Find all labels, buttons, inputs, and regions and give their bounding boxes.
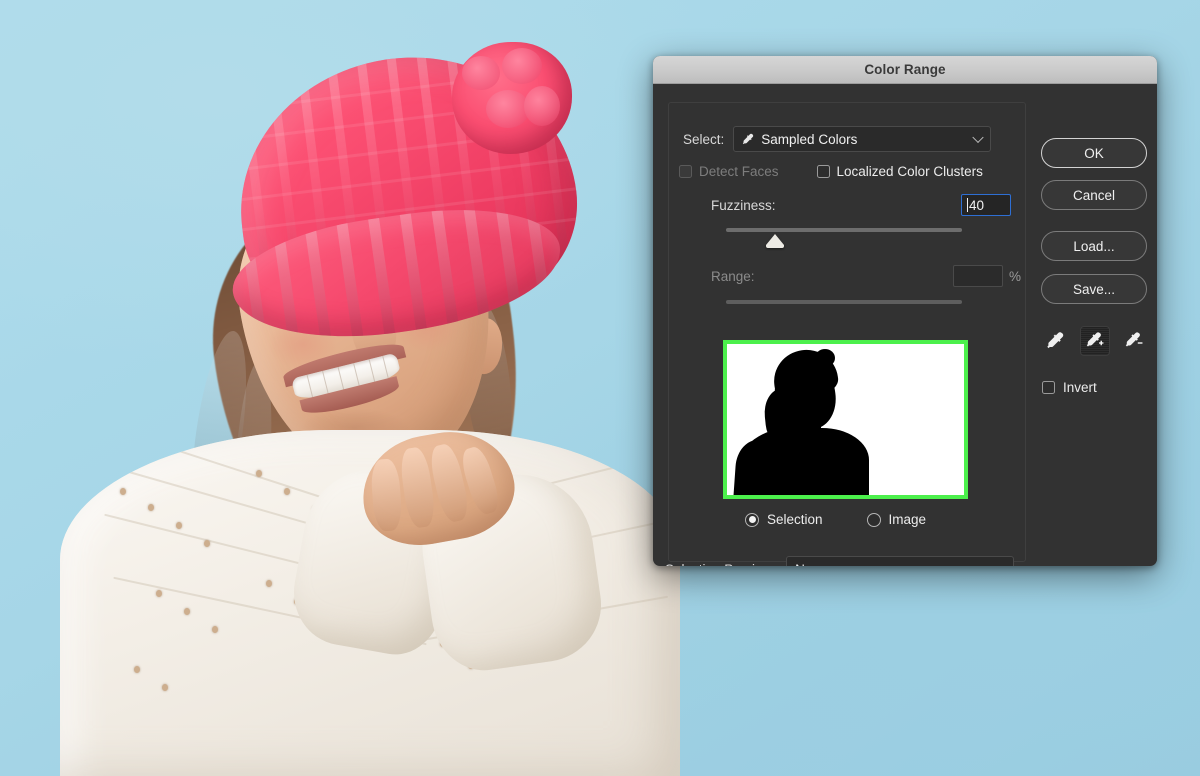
slider-track — [726, 228, 962, 232]
fuzziness-input[interactable]: 40 — [961, 194, 1011, 216]
range-label: Range: — [711, 268, 755, 284]
cancel-button-label: Cancel — [1072, 187, 1116, 203]
photo-subject — [0, 0, 680, 776]
select-value: Sampled Colors — [761, 131, 858, 147]
invert-label: Invert — [1063, 380, 1097, 395]
mask-preview[interactable] — [723, 340, 968, 499]
selection-preview-label: Selection Preview: — [665, 562, 776, 567]
radio-selection[interactable]: Selection — [745, 512, 823, 527]
localized-color-clusters-checkbox[interactable]: Localized Color Clusters — [816, 164, 983, 179]
selection-preview-dropdown[interactable]: None — [786, 556, 1015, 567]
chevron-down-icon — [972, 131, 984, 144]
checkbox-box — [1042, 381, 1055, 394]
localized-color-clusters-label: Localized Color Clusters — [836, 164, 983, 179]
text-caret — [967, 198, 968, 212]
eyedropper-plus-icon[interactable] — [1080, 326, 1110, 356]
detect-faces-checkbox[interactable]: Detect Faces — [679, 164, 779, 179]
eyedropper-tools — [1041, 326, 1149, 356]
color-range-dialog: Color Range Select: Sampled Colors Detec… — [653, 56, 1157, 566]
silhouette-pompom — [815, 349, 835, 367]
eyedropper-minus-icon[interactable] — [1119, 326, 1149, 356]
radio-circle — [866, 512, 881, 527]
dialog-body: Select: Sampled Colors Detect Faces Loca… — [653, 84, 1157, 566]
fuzziness-label: Fuzziness: — [711, 197, 776, 213]
invert-checkbox[interactable]: Invert — [1042, 380, 1097, 395]
range-slider[interactable] — [726, 300, 962, 304]
checkbox-box — [816, 165, 830, 178]
range-row: Range: % — [711, 265, 1021, 287]
dialog-title: Color Range — [864, 62, 946, 77]
save-button[interactable]: Save... — [1041, 274, 1147, 304]
ok-button-label: OK — [1084, 145, 1104, 161]
load-button[interactable]: Load... — [1041, 231, 1147, 261]
select-row: Select: Sampled Colors — [683, 126, 992, 152]
options-row: Detect Faces Localized Color Clusters — [679, 164, 983, 179]
cancel-button[interactable]: Cancel — [1041, 180, 1147, 210]
fuzziness-slider[interactable] — [726, 228, 962, 248]
dialog-titlebar[interactable]: Color Range — [653, 56, 1157, 84]
selection-preview-row: Selection Preview: None — [665, 556, 1015, 567]
screenshot-root: Color Range Select: Sampled Colors Detec… — [0, 0, 1200, 776]
range-unit: % — [1008, 268, 1021, 284]
fuzziness-value: 40 — [969, 197, 985, 213]
select-dropdown[interactable]: Sampled Colors — [733, 126, 992, 152]
ok-button[interactable]: OK — [1041, 138, 1147, 168]
radio-image[interactable]: Image — [866, 512, 927, 527]
selection-preview-value: None — [795, 562, 827, 567]
detect-faces-label: Detect Faces — [699, 164, 779, 179]
pompom — [452, 42, 572, 154]
range-input[interactable] — [952, 265, 1003, 287]
eyedropper-icon[interactable] — [1041, 326, 1071, 356]
preview-mode-row: Selection Image — [745, 512, 926, 527]
eyedropper-icon — [743, 133, 754, 144]
save-button-label: Save... — [1072, 281, 1116, 297]
slider-track — [726, 300, 962, 304]
fuzziness-row: Fuzziness: 40 — [711, 194, 1011, 216]
radio-image-label: Image — [888, 512, 927, 527]
checkbox-box — [679, 165, 692, 178]
slider-thumb[interactable] — [766, 234, 784, 248]
select-label: Select: — [683, 131, 725, 147]
silhouette-arm — [732, 438, 790, 495]
chevron-down-icon — [995, 561, 1007, 566]
radio-circle — [745, 512, 759, 527]
load-button-label: Load... — [1073, 238, 1115, 254]
radio-selection-label: Selection — [767, 512, 823, 527]
